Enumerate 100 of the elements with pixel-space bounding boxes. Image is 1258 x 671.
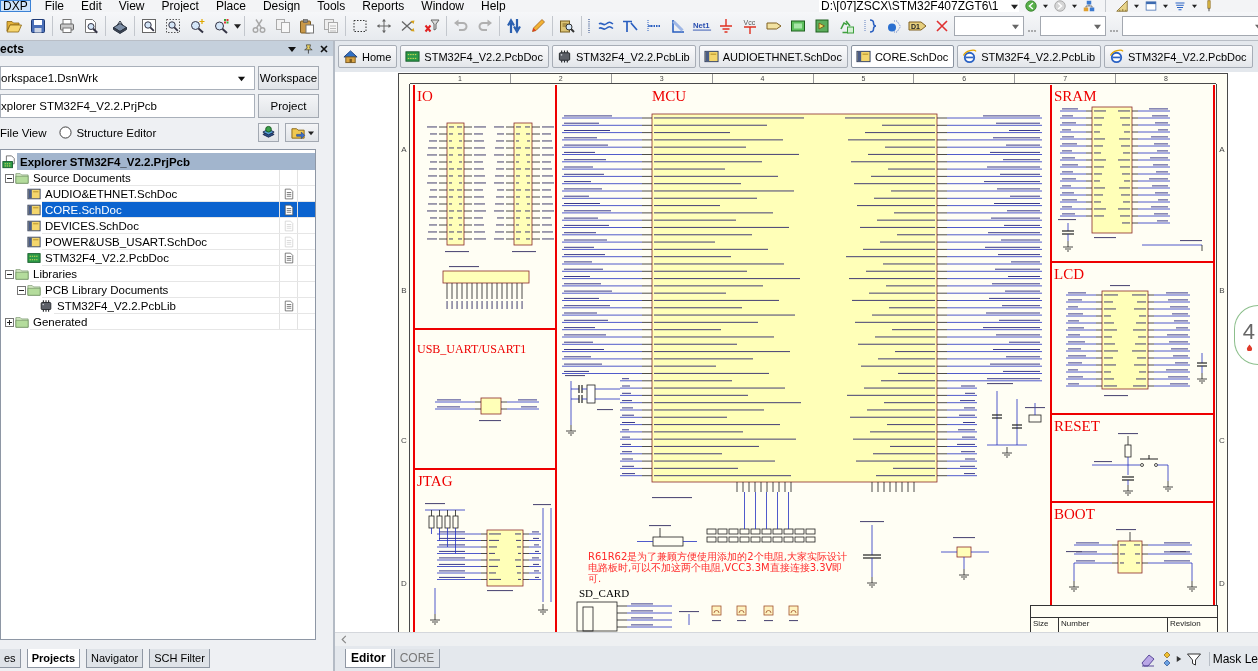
document-tab[interactable]: AUDIOETHNET.SchDoc	[698, 45, 848, 68]
mounting-hole-drawing	[763, 605, 774, 622]
wire-corner-icon[interactable]	[670, 18, 686, 34]
connector-drawing	[940, 537, 990, 580]
scroll-left-icon[interactable]	[341, 635, 347, 644]
page-magnifier-icon[interactable]	[141, 18, 157, 34]
menu-item[interactable]: Tools	[314, 0, 349, 12]
tree-item[interactable]: CORE.SchDoc	[42, 202, 315, 218]
menu-item[interactable]: Reports	[359, 0, 408, 12]
zone-letter: C	[401, 437, 407, 445]
library-magnifier-icon[interactable]	[559, 18, 575, 34]
plus-box-icon[interactable]	[4, 317, 14, 327]
tree-item[interactable]: Generated	[30, 314, 315, 330]
paste-icon[interactable]	[299, 18, 315, 34]
panel-button[interactable]	[258, 123, 279, 142]
menu-item[interactable]: Project	[158, 0, 202, 12]
menu-item[interactable]: Help	[478, 0, 509, 12]
horizontal-scrollbar[interactable]	[335, 632, 1258, 646]
menu-item[interactable]: Window	[418, 0, 467, 12]
clear-filter-icon[interactable]	[424, 18, 440, 34]
document-tab[interactable]: STM32F4_V2.2.PcbDoc	[1104, 45, 1253, 68]
floating-badge[interactable]: 4	[1234, 305, 1258, 365]
chip-icon[interactable]	[112, 18, 128, 34]
crossed-arrows-icon[interactable]	[400, 18, 416, 34]
window-icon[interactable]	[1145, 0, 1157, 12]
tree-item[interactable]: PCB Library Documents	[42, 282, 315, 298]
tree-item[interactable]: STM32F4_V2.2.PcbLib	[54, 298, 315, 314]
menu-item[interactable]: File	[41, 0, 68, 12]
panel-tab[interactable]: Navigator	[86, 649, 144, 668]
panel-button[interactable]	[285, 123, 319, 142]
capacitor-drawing	[860, 521, 884, 588]
filter-icon[interactable]	[1185, 650, 1202, 667]
tree-item[interactable]: STM32F4_V2.2.PcbDoc	[42, 250, 315, 266]
print-icon[interactable]	[59, 18, 75, 34]
selection-rectangle-icon[interactable]	[352, 18, 368, 34]
move-icon[interactable]	[376, 18, 392, 34]
tree-item[interactable]: Explorer STM32F4_V2.2.PrjPcb	[17, 153, 315, 170]
tree-item[interactable]: POWER&USB_USART.SchDoc	[42, 234, 315, 250]
drop-icon	[1246, 343, 1253, 351]
project-button[interactable]: Project	[258, 94, 319, 118]
ground-icon[interactable]	[718, 18, 734, 34]
schematic-icon	[27, 203, 41, 217]
section-title: IO	[417, 88, 433, 104]
structure-editor-radio[interactable]: Structure Editor	[59, 126, 157, 139]
menu-item[interactable]: DXP	[0, 0, 31, 12]
magnifier-icon[interactable]	[213, 18, 229, 34]
tree-item[interactable]: Libraries	[30, 266, 315, 282]
menu-item[interactable]: Edit	[78, 0, 105, 12]
panel-tab[interactable]: Projects	[26, 649, 81, 668]
open-folder-icon[interactable]	[6, 18, 22, 34]
panel-tab[interactable]: es	[0, 649, 21, 668]
minus-box-icon[interactable]	[4, 269, 14, 279]
editor-tab[interactable]: CORE	[393, 649, 441, 668]
bus-entry-icon[interactable]	[646, 18, 662, 34]
menu-item[interactable]: View	[115, 0, 148, 12]
back-arrow-icon[interactable]	[1025, 0, 1037, 12]
file-view-label[interactable]: File View	[0, 126, 47, 139]
brace-icon[interactable]	[862, 18, 878, 34]
document-tab[interactable]: CORE.SchDoc	[850, 45, 955, 68]
pencil-icon[interactable]	[530, 18, 546, 34]
diamonds-icon[interactable]	[1161, 650, 1172, 667]
recycle-icon[interactable]	[838, 18, 854, 34]
magnifier-icon[interactable]	[189, 18, 205, 34]
workspace-button[interactable]: Workspace	[258, 66, 319, 90]
menu-item[interactable]: Place	[212, 0, 249, 12]
panel-title: ects	[0, 41, 26, 56]
stacked-lines-icon[interactable]	[1174, 0, 1186, 12]
area-magnifier-icon[interactable]	[165, 18, 181, 34]
document-tab[interactable]: STM32F4_V2.2.PcbDoc	[400, 45, 549, 68]
print-preview-icon[interactable]	[83, 18, 99, 34]
tree-item[interactable]: DEVICES.SchDoc	[42, 218, 315, 234]
capacitor-drawing	[1058, 219, 1076, 252]
close-icon[interactable]	[319, 43, 329, 54]
document-tab[interactable]: Home	[338, 45, 398, 68]
path-combo[interactable]: D:\[07]ZSCX\STM32F407ZGT6\1	[819, 0, 1019, 12]
folder-arrow-icon	[290, 125, 306, 140]
crystal-drawing	[565, 375, 621, 436]
cross-icon[interactable]	[934, 18, 950, 34]
mounting-hole-drawing	[711, 605, 722, 622]
device-icon[interactable]	[886, 18, 902, 34]
save-icon[interactable]	[30, 18, 46, 34]
sheet-entry-icon[interactable]	[814, 18, 830, 34]
document-tab[interactable]: STM32F4_V2.2.PcbLib	[957, 45, 1101, 68]
blocks-icon[interactable]	[1083, 0, 1095, 12]
chip-icon	[556, 49, 572, 64]
minus-box-icon[interactable]	[4, 173, 14, 183]
editor-tab[interactable]: Editor	[345, 649, 392, 668]
menu-item[interactable]: Design	[259, 0, 304, 12]
tree-item[interactable]: Source Documents	[30, 170, 315, 186]
up-down-arrows-icon[interactable]	[506, 18, 522, 34]
panel-tab[interactable]: SCH Filter	[149, 649, 210, 668]
workspace-combo[interactable]: orkspace1.DsnWrk	[0, 66, 255, 90]
pin-icon[interactable]	[303, 43, 313, 54]
ruler-icon[interactable]	[1116, 0, 1128, 12]
sheet-symbol-icon[interactable]	[790, 18, 806, 34]
bus-icon[interactable]	[622, 18, 638, 34]
caret-icon	[1012, 22, 1019, 30]
project-field[interactable]: xplorer STM32F4_V2.2.PrjPcb	[0, 94, 255, 118]
document-tab[interactable]: STM32F4_V2.2.PcbLib	[551, 45, 696, 68]
minus-box-icon[interactable]	[16, 285, 26, 295]
